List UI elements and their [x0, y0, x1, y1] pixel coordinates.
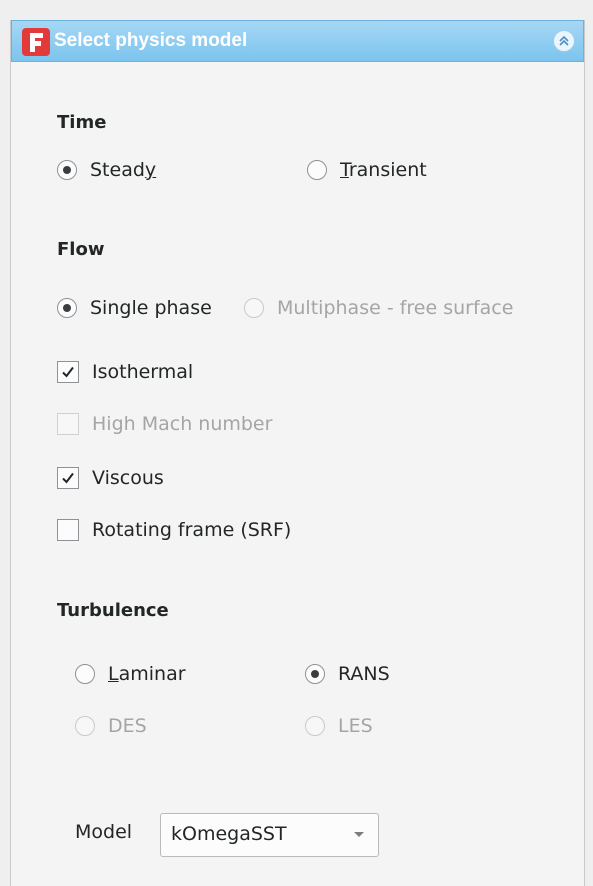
transient-radio-indicator[interactable] — [307, 160, 327, 180]
collapse-button[interactable] — [553, 30, 575, 52]
checkmark-icon — [62, 472, 74, 484]
transient-label-text: ransient — [348, 159, 427, 181]
physics-model-panel: Select physics model Time Steady Transie… — [10, 20, 585, 886]
laminar-radio-indicator[interactable] — [75, 664, 95, 684]
multiphase-radio: Multiphase - free surface — [244, 295, 513, 321]
rans-radio[interactable]: RANS — [305, 661, 390, 687]
des-radio: DES — [75, 713, 147, 739]
single-phase-radio-indicator[interactable] — [57, 298, 77, 318]
laminar-label: Laminar — [108, 663, 186, 685]
transient-label: Transient — [340, 159, 427, 181]
transient-mnemonic: T — [340, 159, 349, 181]
rans-radio-indicator[interactable] — [305, 664, 325, 684]
rans-label: RANS — [338, 663, 390, 685]
des-label: DES — [108, 715, 147, 737]
chevron-down-icon[interactable] — [354, 832, 364, 837]
steady-label-text: Stead — [90, 159, 145, 181]
turbulence-section-heading: Turbulence — [57, 600, 169, 621]
model-label: Model — [75, 821, 133, 843]
rotating-frame-checkbox[interactable]: Rotating frame (SRF) — [57, 517, 291, 543]
turbulence-model-dropdown[interactable]: kOmegaSST — [160, 813, 379, 857]
rotating-frame-label: Rotating frame (SRF) — [92, 519, 292, 541]
laminar-label-text: aminar — [118, 663, 186, 685]
viscous-checkbox-box[interactable] — [57, 467, 79, 489]
laminar-radio[interactable]: Laminar — [75, 661, 186, 687]
isothermal-checkbox[interactable]: Isothermal — [57, 359, 193, 385]
multiphase-label: Multiphase - free surface — [277, 297, 514, 319]
laminar-mnemonic: L — [108, 663, 119, 685]
multiphase-radio-indicator — [244, 298, 264, 318]
steady-radio-indicator[interactable] — [57, 160, 77, 180]
steady-radio[interactable]: Steady — [57, 157, 156, 183]
steady-label: Steady — [90, 159, 156, 181]
single-phase-label: Single phase — [90, 297, 212, 319]
steady-mnemonic: y — [144, 159, 157, 181]
high-mach-checkbox-box — [57, 413, 79, 435]
high-mach-label: High Mach number — [92, 413, 273, 435]
checkmark-icon — [62, 366, 74, 378]
isothermal-label: Isothermal — [92, 361, 194, 383]
flow-section-heading: Flow — [57, 239, 105, 260]
viscous-label: Viscous — [92, 467, 164, 489]
panel-header[interactable]: Select physics model — [11, 20, 584, 62]
transient-radio[interactable]: Transient — [307, 157, 427, 183]
des-radio-indicator — [75, 716, 95, 736]
panel-title: Select physics model — [54, 30, 248, 51]
rotating-frame-checkbox-box[interactable] — [57, 519, 79, 541]
high-mach-checkbox: High Mach number — [57, 411, 272, 437]
app-logo-icon — [22, 28, 50, 56]
chevron-double-up-icon — [559, 35, 569, 46]
turbulence-model-value: kOmegaSST — [171, 823, 287, 845]
time-section-heading: Time — [57, 112, 107, 133]
les-label: LES — [338, 715, 373, 737]
les-radio-indicator — [305, 716, 325, 736]
viscous-checkbox[interactable]: Viscous — [57, 465, 164, 491]
single-phase-radio[interactable]: Single phase — [57, 295, 212, 321]
les-radio: LES — [305, 713, 373, 739]
isothermal-checkbox-box[interactable] — [57, 361, 79, 383]
